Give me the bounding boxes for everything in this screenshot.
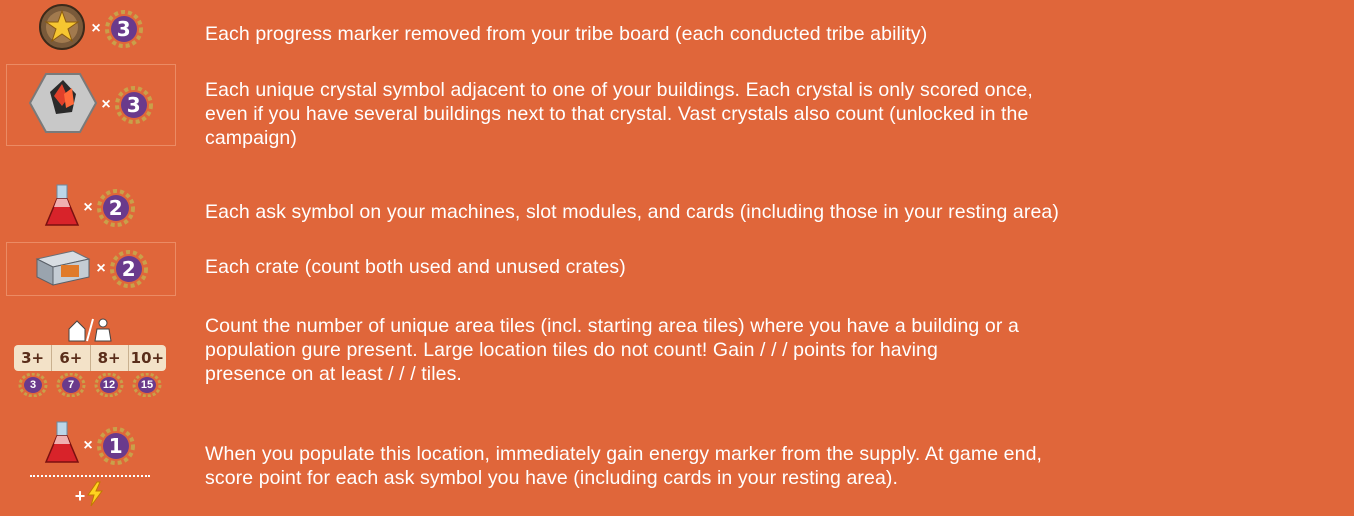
area-tier-table: 3+ 6+ 8+ 10+ (14, 345, 166, 371)
tier-threshold: 8+ (91, 345, 129, 371)
scoring-icon-cell: × 3 (6, 3, 174, 56)
crate-icon (33, 247, 93, 292)
building-population-icon (65, 315, 115, 345)
scoring-description: Count the number of unique area tiles (i… (205, 315, 1019, 385)
scoring-description: Each crate (count both used and unused c… (205, 256, 626, 278)
scoring-row: × 3 Each unique crystal symbol adjacent … (0, 64, 1354, 149)
tier-threshold: 6+ (52, 345, 91, 371)
points-value: 2 (108, 196, 123, 220)
points-laurel-icon: 7 (56, 373, 86, 397)
tier-points-row: 3 7 12 15 (14, 373, 166, 397)
scoring-description: Each ask symbol on your machines, slot m… (205, 201, 1059, 223)
scoring-row: × 2 Each ask symbol on your machines, sl… (0, 182, 1354, 238)
scoring-row: 3+ 6+ 8+ 10+ 3 7 12 15 Count the number … (0, 302, 1354, 412)
crystal-tile-icon (28, 72, 98, 139)
tier-threshold: 3+ (14, 345, 53, 371)
points-laurel-icon: 15 (132, 373, 162, 397)
lightning-icon (85, 481, 105, 512)
divider (30, 475, 150, 477)
scoring-icon-cell: × 3 (6, 64, 176, 146)
multiplier-sign: × (96, 260, 106, 277)
points-value: 3 (116, 17, 131, 41)
scoring-description: Each unique crystal symbol adjacent to o… (205, 79, 1033, 149)
flask-icon (44, 420, 80, 471)
points-laurel-icon: 12 (94, 373, 124, 397)
multiplier-sign: × (83, 199, 93, 216)
flask-icon (44, 183, 80, 234)
scoring-description: Each progress marker removed from your t… (205, 23, 928, 45)
points-value: 2 (121, 257, 136, 281)
scoring-icon-cell: × 1 + (6, 418, 174, 514)
multiplier-sign: × (101, 96, 111, 113)
tier-threshold: 10+ (130, 349, 165, 367)
scoring-description: When you populate this location, immedia… (205, 443, 1043, 489)
scoring-icon-cell: 3+ 6+ 8+ 10+ 3 7 12 15 (6, 302, 174, 410)
points-laurel-icon: 1 (96, 426, 136, 466)
points-value: 3 (126, 93, 141, 117)
points-laurel-icon: 3 (104, 9, 144, 49)
points-laurel-icon: 2 (109, 249, 149, 289)
scoring-row: × 1 + When you populate this location, i… (0, 418, 1354, 514)
points-laurel-icon: 2 (96, 188, 136, 228)
points-laurel-icon: 3 (114, 85, 154, 125)
star-token-icon (36, 3, 88, 56)
points-laurel-icon: 3 (18, 373, 48, 397)
scoring-row: × 3 Each progress marker removed from yo… (0, 0, 1354, 60)
bonus-plus: + (74, 486, 86, 506)
scoring-icon-cell: × 2 (6, 242, 176, 296)
scoring-row: × 2 Each crate (count both used and unus… (0, 242, 1354, 296)
points-value: 1 (108, 433, 123, 458)
multiplier-sign: × (83, 436, 93, 454)
scoring-icon-cell: × 2 (6, 182, 174, 234)
multiplier-sign: × (91, 20, 101, 37)
